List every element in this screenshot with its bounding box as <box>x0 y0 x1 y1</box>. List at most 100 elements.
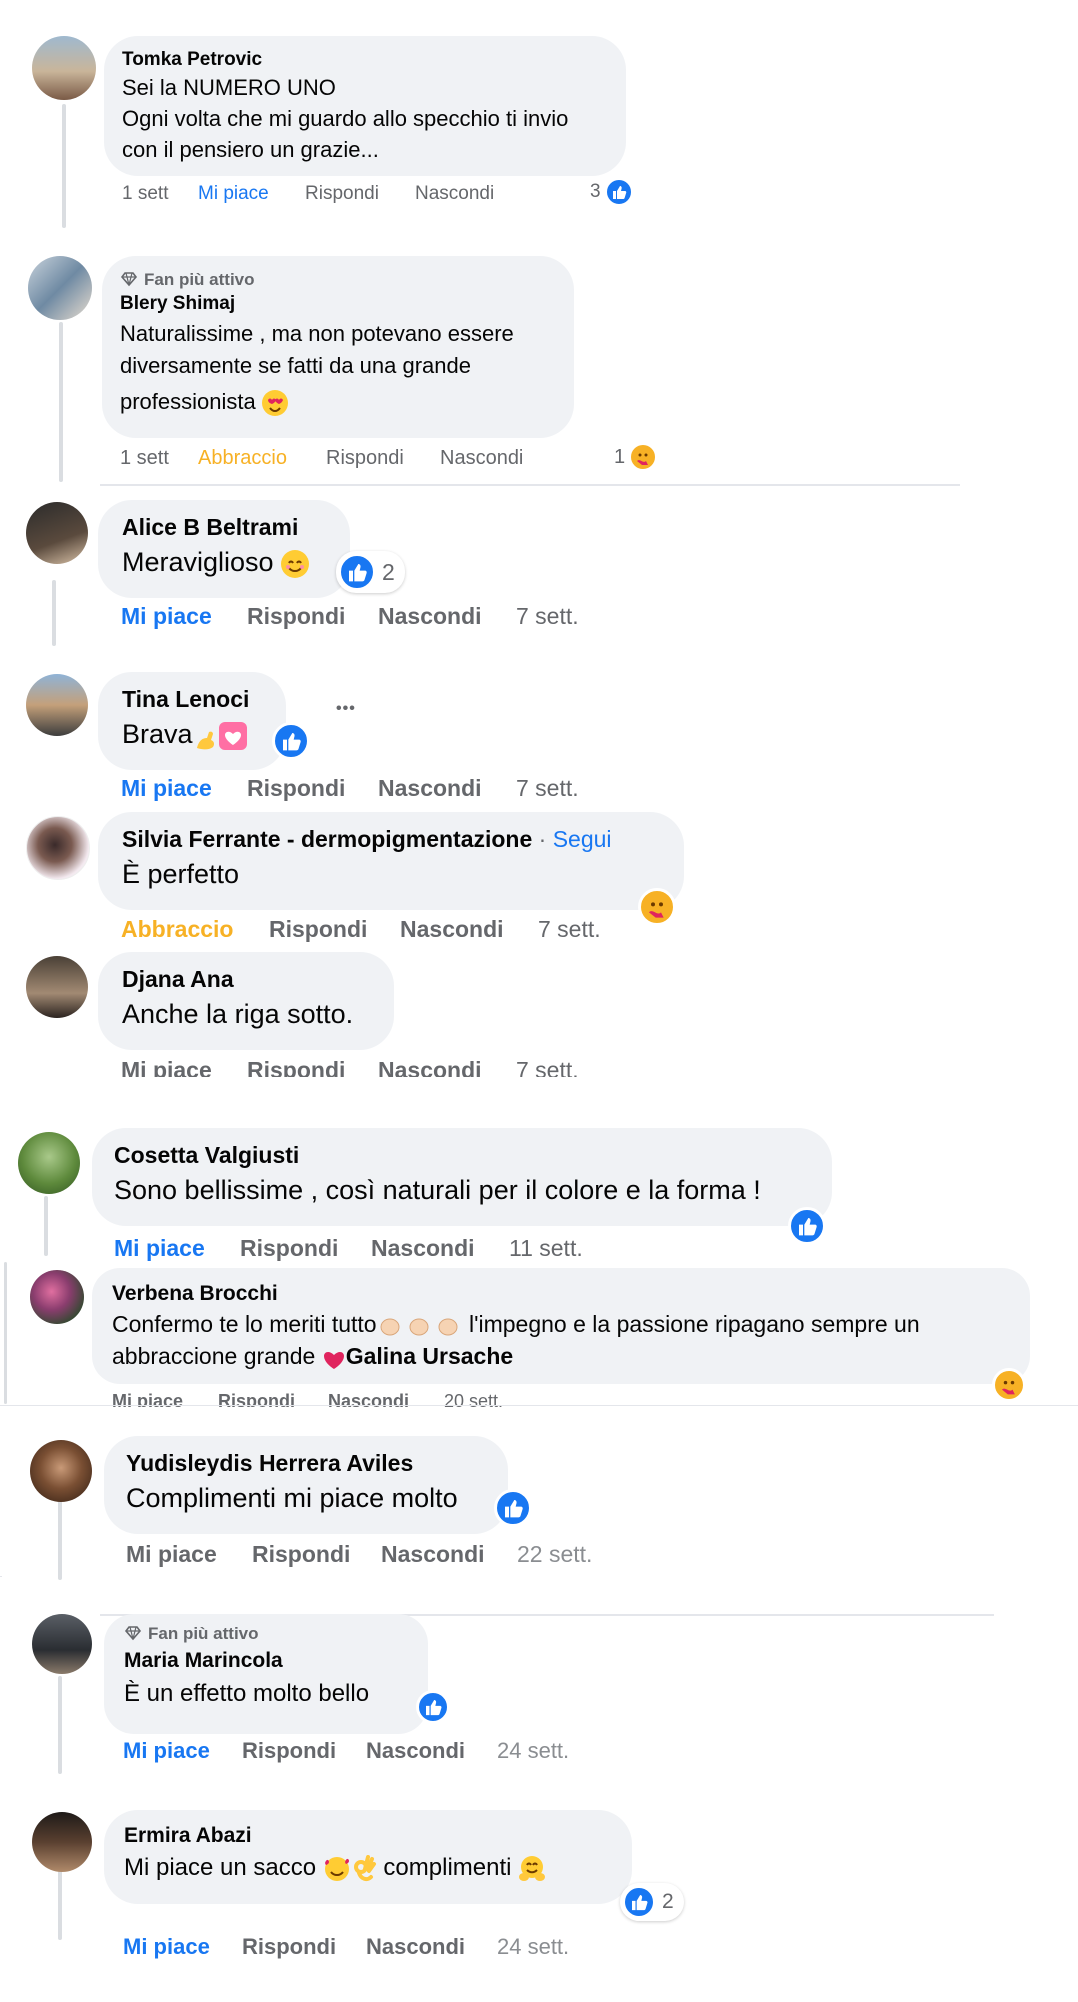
comment-text: con il pensiero un grazie... <box>122 137 379 162</box>
comment-author[interactable]: Tomka Petrovic <box>122 48 608 72</box>
timestamp[interactable]: 7 sett. <box>516 1057 579 1077</box>
timestamp[interactable]: 1 sett <box>122 183 198 205</box>
comment-actions: Mi piace Rispondi Nascondi 11 sett. <box>114 1235 583 1262</box>
thread-line <box>58 1676 62 1774</box>
reply-button[interactable]: Rispondi <box>305 183 415 205</box>
comment-author[interactable]: Blery Shimaj <box>120 290 556 318</box>
comment-bubble: Alice B Beltrami Meraviglioso <box>98 500 350 598</box>
heart-icon <box>322 1347 346 1369</box>
like-button[interactable]: Mi piace <box>126 1541 252 1568</box>
heart-eyes-emoji-icon <box>261 390 288 417</box>
like-button[interactable]: Mi piace <box>114 1235 240 1262</box>
reply-button[interactable]: Rispondi <box>242 1934 366 1960</box>
comment-author[interactable]: Yudisleydis Herrera Aviles <box>126 1448 486 1478</box>
comment-text: abbraccione grande Galina Ursache <box>112 1343 514 1369</box>
flexed-biceps-emoji-icon <box>193 723 219 750</box>
ok-hand-emoji-icon <box>351 1854 377 1883</box>
comment-author[interactable]: Cosetta Valgiusti <box>114 1140 810 1170</box>
reaction-summary[interactable] <box>992 1368 1026 1402</box>
avatar[interactable] <box>32 36 96 100</box>
care-icon <box>629 443 658 471</box>
like-button[interactable]: Mi piace <box>121 603 247 630</box>
timestamp[interactable]: 24 sett. <box>497 1934 569 1960</box>
reaction-summary[interactable] <box>638 888 676 926</box>
like-button[interactable]: Mi piace <box>123 1738 242 1764</box>
reaction-summary[interactable]: 3 <box>590 178 633 206</box>
hide-button[interactable]: Nascondi <box>378 1057 516 1077</box>
reply-button[interactable]: Rispondi <box>269 916 400 943</box>
reaction-summary[interactable]: 1 <box>614 443 658 471</box>
smiling-hearts-emoji-icon <box>323 1855 351 1883</box>
timestamp[interactable]: 1 sett <box>120 447 198 470</box>
follow-button[interactable]: Segui <box>553 826 612 852</box>
reply-button[interactable]: Rispondi <box>326 447 440 470</box>
hugging-emoji-icon <box>518 1855 546 1883</box>
reaction-summary[interactable] <box>416 1690 450 1724</box>
reply-button[interactable]: Rispondi <box>247 775 378 802</box>
reply-button[interactable]: Rispondi <box>242 1738 366 1764</box>
timestamp[interactable]: 7 sett. <box>516 603 579 630</box>
comment-bubble: Verbena Brocchi Confermo te lo meriti tu… <box>92 1268 1030 1384</box>
comment-actions: 1 sett Abbraccio Rispondi Nascondi <box>120 447 523 470</box>
comment-actions: Abbraccio Rispondi Nascondi 7 sett. <box>121 916 601 943</box>
reply-button[interactable]: Rispondi <box>247 603 378 630</box>
comment-text: Brava <box>122 714 262 754</box>
hug-button[interactable]: Abbraccio <box>198 447 326 470</box>
avatar[interactable] <box>26 502 88 564</box>
comment-text: diversamente se fatti da una grande <box>120 353 472 378</box>
like-button[interactable]: Mi piace <box>198 183 305 205</box>
hide-button[interactable]: Nascondi <box>366 1738 497 1764</box>
avatar[interactable] <box>30 1270 84 1324</box>
avatar[interactable] <box>18 1132 80 1194</box>
comment-author[interactable]: Alice B Beltrami <box>122 512 326 542</box>
comment-author[interactable]: Djana Ana <box>122 964 370 994</box>
hide-button[interactable]: Nascondi <box>440 447 523 470</box>
hide-button[interactable]: Nascondi <box>378 603 516 630</box>
reaction-summary[interactable]: 2 <box>620 1883 684 1921</box>
like-button[interactable]: Mi piace <box>123 1934 242 1960</box>
comment-bubble: Tina Lenoci Brava <box>98 672 286 770</box>
timestamp[interactable]: 11 sett. <box>509 1235 583 1262</box>
comment-author[interactable]: Silvia Ferrante - dermopigmentazione · S… <box>122 824 660 854</box>
hug-button[interactable]: Abbraccio <box>121 916 269 943</box>
like-icon <box>272 722 310 760</box>
reaction-count: 1 <box>614 445 626 468</box>
reply-button[interactable]: Rispondi <box>247 1057 378 1077</box>
comment-author[interactable]: Tina Lenoci <box>122 684 262 714</box>
timestamp[interactable]: 24 sett. <box>497 1738 569 1764</box>
avatar[interactable] <box>32 1812 92 1872</box>
avatar[interactable] <box>32 1614 92 1674</box>
hide-button[interactable]: Nascondi <box>371 1235 509 1262</box>
timestamp[interactable]: 22 sett. <box>517 1541 592 1568</box>
like-button[interactable]: Mi piace <box>121 1057 247 1077</box>
hide-button[interactable]: Nascondi <box>400 916 538 943</box>
avatar[interactable] <box>26 816 90 880</box>
hide-button[interactable]: Nascondi <box>378 775 516 802</box>
hide-button[interactable]: Nascondi <box>415 183 494 205</box>
like-button[interactable]: Mi piace <box>121 775 247 802</box>
reply-button[interactable]: Rispondi <box>240 1235 371 1262</box>
timestamp[interactable]: 7 sett. <box>516 775 579 802</box>
comment-actions: Mi piace Rispondi Nascondi 22 sett. <box>126 1541 592 1568</box>
hide-button[interactable]: Nascondi <box>381 1541 517 1568</box>
avatar[interactable] <box>30 1440 92 1502</box>
more-options-icon[interactable]: ••• <box>336 700 356 718</box>
divider <box>0 1405 1078 1406</box>
comment-bubble: Silvia Ferrante - dermopigmentazione · S… <box>98 812 684 910</box>
avatar[interactable] <box>28 256 92 320</box>
comment-author[interactable]: Maria Marincola <box>124 1644 408 1678</box>
comment-author[interactable]: Verbena Brocchi <box>112 1280 1010 1308</box>
comment-author[interactable]: Ermira Abazi <box>124 1822 612 1850</box>
reply-button[interactable]: Rispondi <box>252 1541 381 1568</box>
like-icon <box>622 1885 656 1919</box>
timestamp[interactable]: 7 sett. <box>538 916 601 943</box>
reaction-summary[interactable] <box>272 722 310 760</box>
comment-bubble: Tomka Petrovic Sei la NUMERO UNO Ogni vo… <box>104 36 626 176</box>
reaction-summary[interactable] <box>494 1489 532 1527</box>
reaction-summary[interactable] <box>788 1207 826 1245</box>
reaction-summary[interactable]: 2 <box>336 551 405 593</box>
avatar[interactable] <box>26 674 88 736</box>
mention-link[interactable]: Galina Ursache <box>346 1343 513 1369</box>
hide-button[interactable]: Nascondi <box>366 1934 497 1960</box>
avatar[interactable] <box>26 956 88 1018</box>
